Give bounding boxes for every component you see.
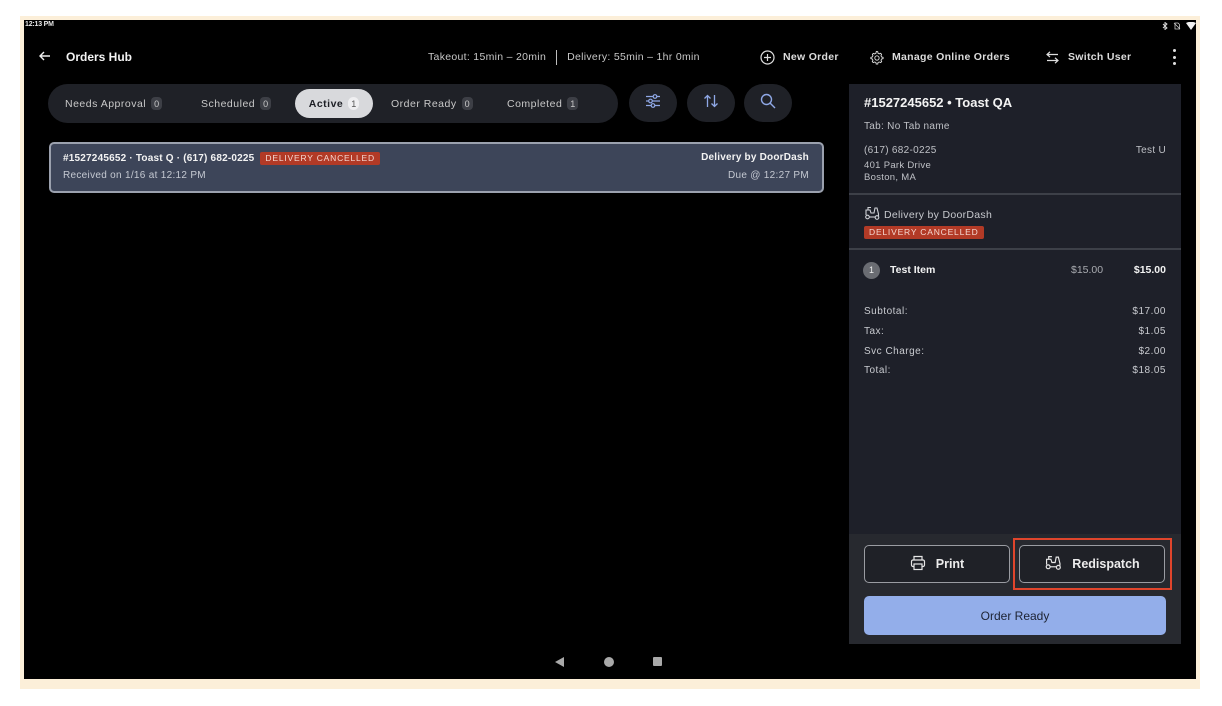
manage-online-orders-label: Manage Online Orders bbox=[892, 51, 1011, 63]
order-status-tabs: Needs Approval 0 Scheduled 0 Active 1 Or… bbox=[48, 84, 618, 123]
device-screen: 12:13 PM Orders Hub Takeout: 15min – 20m… bbox=[24, 20, 1196, 679]
wifi-icon bbox=[1186, 22, 1196, 30]
tab-count-badge: 0 bbox=[260, 97, 272, 110]
status-icons bbox=[1162, 21, 1196, 31]
print-label: Print bbox=[935, 557, 965, 571]
takeout-eta: Takeout: 15min – 20min bbox=[428, 51, 547, 63]
no-sim-icon bbox=[1173, 22, 1181, 30]
summary-value: $2.00 bbox=[1138, 346, 1166, 357]
eta-summary: Takeout: 15min – 20min Delivery: 55min –… bbox=[428, 48, 700, 66]
tab-scheduled[interactable]: Scheduled 0 bbox=[189, 89, 283, 118]
summary-label: Total: bbox=[864, 365, 891, 376]
tab-label: Scheduled bbox=[201, 97, 256, 110]
kebab-dot bbox=[1172, 49, 1176, 52]
order-title: #1527245652 · Toast Q · (617) 682-0225 bbox=[63, 153, 255, 164]
tab-order-ready[interactable]: Order Ready 0 bbox=[379, 89, 485, 118]
order-received-time: Received on 1/16 at 12:12 PM bbox=[63, 170, 206, 181]
summary-label: Svc Charge: bbox=[864, 346, 925, 357]
item-quantity-badge: 1 bbox=[863, 261, 880, 279]
order-detail-panel: #1527245652 • Toast QA Tab: No Tab name … bbox=[849, 84, 1181, 644]
summary-value: $18.05 bbox=[1132, 365, 1166, 376]
order-due-time: Due @ 12:27 PM bbox=[727, 170, 809, 181]
eta-divider bbox=[556, 49, 558, 65]
tab-active[interactable]: Active 1 bbox=[295, 89, 373, 118]
tab-count-badge: 1 bbox=[567, 97, 579, 110]
switch-user-button[interactable]: Switch User bbox=[1045, 48, 1131, 66]
customer-phone: (617) 682-0225 bbox=[864, 145, 937, 156]
order-ready-button[interactable]: Order Ready bbox=[864, 596, 1166, 635]
order-list-item[interactable]: #1527245652 · Toast Q · (617) 682-0225 D… bbox=[49, 142, 824, 193]
kebab-dot bbox=[1172, 62, 1176, 65]
customer-name: Test U bbox=[1135, 145, 1166, 156]
new-order-label: New Order bbox=[783, 51, 839, 63]
new-order-button[interactable]: New Order bbox=[760, 48, 839, 66]
gear-icon bbox=[869, 50, 884, 65]
order-delivery-provider: Delivery by DoorDash bbox=[701, 152, 809, 163]
item-total-price: $15.00 bbox=[1133, 264, 1166, 276]
address-line-2: Boston, MA bbox=[864, 172, 917, 183]
summary-value: $1.05 bbox=[1138, 326, 1166, 337]
tab-name: Tab: No Tab name bbox=[864, 121, 950, 132]
delivery-provider-row: Delivery by DoorDash bbox=[864, 206, 992, 223]
sort-button[interactable] bbox=[687, 84, 735, 122]
service-charge-row: Svc Charge: $2.00 bbox=[864, 346, 1166, 357]
search-button[interactable] bbox=[744, 84, 792, 122]
manage-online-orders-button[interactable]: Manage Online Orders bbox=[869, 48, 1010, 66]
arrow-left-icon bbox=[39, 51, 51, 64]
tab-count-badge: 0 bbox=[461, 97, 473, 110]
status-time: 12:13 PM bbox=[25, 21, 54, 28]
tab-label: Needs Approval bbox=[65, 97, 147, 110]
address-line-1: 401 Park Drive bbox=[864, 160, 932, 171]
nav-back-icon[interactable] bbox=[555, 657, 564, 667]
order-detail-title: #1527245652 • Toast QA bbox=[864, 95, 1013, 110]
filter-button[interactable] bbox=[629, 84, 677, 122]
print-button[interactable]: Print bbox=[864, 545, 1010, 583]
nav-home-icon[interactable] bbox=[604, 657, 614, 667]
item-unit-price: $15.00 bbox=[1071, 264, 1104, 276]
delivery-status-badge: DELIVERY CANCELLED bbox=[864, 226, 984, 239]
more-options-button[interactable] bbox=[1168, 47, 1180, 67]
divider bbox=[849, 248, 1181, 250]
divider bbox=[849, 193, 1181, 195]
bluetooth-icon bbox=[1162, 22, 1168, 30]
delivery-scooter-icon bbox=[864, 206, 880, 223]
order-summary: #1527245652 · Toast Q · (617) 682-0225 D… bbox=[63, 152, 380, 165]
page-title: Orders Hub bbox=[66, 50, 133, 64]
item-name: Test Item bbox=[890, 264, 936, 276]
sort-icon bbox=[703, 94, 719, 113]
filter-icon bbox=[645, 93, 661, 113]
tab-completed[interactable]: Completed 1 bbox=[495, 89, 590, 118]
redispatch-highlight-box bbox=[1013, 538, 1172, 590]
kebab-dot bbox=[1172, 55, 1176, 59]
total-row: Total: $18.05 bbox=[864, 365, 1166, 376]
printer-icon bbox=[910, 555, 926, 574]
tab-label: Order Ready bbox=[391, 97, 457, 110]
plus-circle-icon bbox=[760, 49, 775, 65]
summary-label: Subtotal: bbox=[864, 306, 908, 317]
summary-value: $17.00 bbox=[1132, 306, 1166, 317]
tab-count-badge: 0 bbox=[151, 97, 163, 110]
search-icon bbox=[760, 93, 776, 114]
back-button[interactable] bbox=[39, 48, 51, 66]
line-item[interactable]: 1 Test Item $15.00 $15.00 bbox=[863, 261, 1166, 279]
summary-label: Tax: bbox=[864, 326, 885, 337]
tab-count-badge: 1 bbox=[348, 97, 360, 110]
tab-label: Active bbox=[308, 97, 344, 110]
tax-row: Tax: $1.05 bbox=[864, 326, 1166, 337]
subtotal-row: Subtotal: $17.00 bbox=[864, 306, 1166, 317]
swap-arrows-icon bbox=[1045, 50, 1060, 64]
nav-recents-icon[interactable] bbox=[653, 657, 662, 666]
delivery-provider-label: Delivery by DoorDash bbox=[884, 208, 993, 221]
tab-needs-approval[interactable]: Needs Approval 0 bbox=[53, 89, 174, 118]
tab-label: Completed bbox=[507, 97, 563, 110]
switch-user-label: Switch User bbox=[1068, 51, 1132, 63]
delivery-eta: Delivery: 55min – 1hr 0min bbox=[567, 51, 700, 63]
status-badge: DELIVERY CANCELLED bbox=[260, 152, 380, 165]
order-ready-label: Order Ready bbox=[980, 608, 1050, 623]
